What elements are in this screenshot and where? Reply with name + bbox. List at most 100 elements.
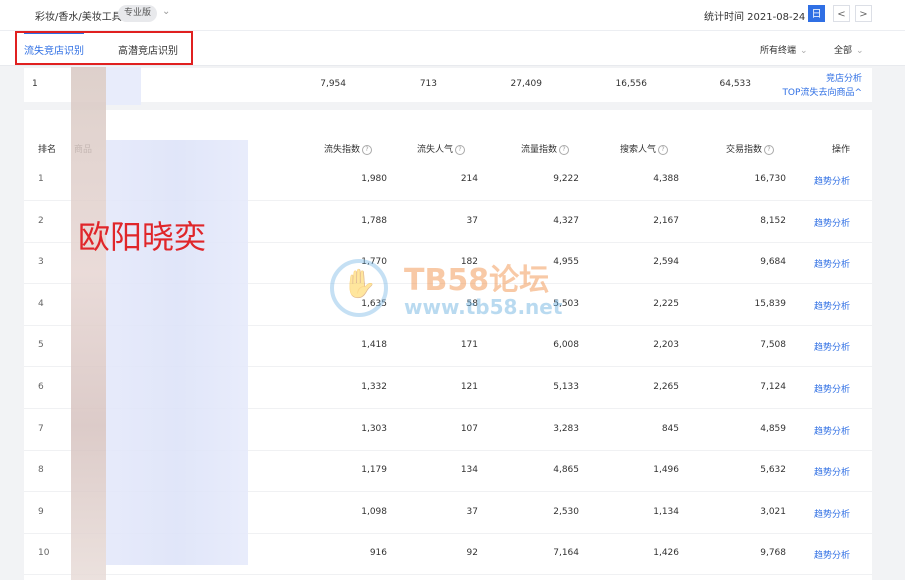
- row-value: 15,839: [754, 298, 787, 309]
- row-value: 2,265: [653, 382, 679, 392]
- question-circle-icon[interactable]: ?: [362, 145, 373, 155]
- category-breadcrumb[interactable]: 彩妆/香水/美妆工具: [35, 8, 122, 23]
- trend-analysis-link[interactable]: 趋势分析: [814, 174, 850, 187]
- row-value: 916: [369, 548, 387, 559]
- trend-analysis-link[interactable]: 趋势分析: [814, 216, 850, 229]
- summary-value: 27,409: [510, 79, 543, 89]
- terminal-filter-label: 所有终端: [760, 46, 797, 56]
- row-value: 37: [466, 506, 478, 517]
- summary-value: 16,556: [615, 79, 648, 89]
- trend-analysis-link[interactable]: 趋势分析: [814, 382, 850, 395]
- row-value: 4,327: [553, 215, 579, 226]
- row-rank: 4: [38, 298, 44, 309]
- chevron-down-icon: ⌄: [800, 46, 808, 56]
- name-watermark: 欧阳晓奕: [78, 218, 207, 256]
- row-value: 1,496: [653, 465, 679, 476]
- prev-date-button[interactable]: <: [833, 5, 850, 22]
- row-value: 1,426: [653, 548, 679, 559]
- row-value: 7,164: [553, 548, 579, 559]
- chevron-down-icon[interactable]: ⌄: [162, 6, 170, 17]
- col-trade-index[interactable]: 交易指数?: [726, 142, 775, 155]
- highlight-box: [15, 31, 193, 65]
- row-value: 1,134: [653, 506, 679, 517]
- row-rank: 5: [38, 340, 44, 351]
- row-value: 134: [460, 465, 478, 476]
- top-lost-products-link[interactable]: TOP流失去向商品^: [782, 85, 862, 98]
- edition-badge: 专业版: [118, 5, 158, 22]
- summary-value: 7,954: [320, 79, 346, 89]
- row-rank: 1: [38, 174, 44, 184]
- row-rank: 6: [38, 382, 44, 392]
- col-lost-popularity-label: 流失人气: [417, 145, 454, 155]
- row-value: 9,222: [553, 174, 579, 184]
- col-trade-index-label: 交易指数: [726, 145, 763, 155]
- row-rank: 9: [38, 506, 44, 517]
- row-value: 5,632: [760, 465, 786, 476]
- trend-analysis-link[interactable]: 趋势分析: [814, 257, 850, 270]
- row-value: 2,530: [553, 506, 579, 517]
- col-lost-index-label: 流失指数: [324, 145, 361, 155]
- row-value: 9,768: [760, 548, 786, 559]
- trend-analysis-link[interactable]: 趋势分析: [814, 465, 850, 478]
- row-value: 2,167: [653, 215, 679, 226]
- blurred-summary-name: [106, 67, 141, 105]
- top-bar: 彩妆/香水/美妆工具 专业版 ⌄ 统计时间 2021-08-24 日 < >: [0, 0, 905, 30]
- row-value: 1,303: [361, 423, 387, 434]
- row-value: 2,594: [653, 257, 679, 268]
- blurred-product-names: [106, 140, 248, 565]
- question-circle-icon[interactable]: ?: [658, 145, 669, 155]
- row-value: 107: [460, 423, 478, 434]
- scope-filter-label: 全部: [834, 46, 853, 56]
- trend-analysis-link[interactable]: 趋势分析: [814, 299, 850, 312]
- day-button[interactable]: 日: [808, 5, 825, 22]
- trend-analysis-link[interactable]: 趋势分析: [814, 548, 850, 561]
- row-value: 1,418: [361, 340, 387, 351]
- trend-analysis-link[interactable]: 趋势分析: [814, 424, 850, 437]
- row-value: 4,865: [553, 465, 579, 476]
- row-rank: 7: [38, 423, 44, 434]
- row-value: 171: [460, 340, 478, 351]
- row-value: 1,332: [361, 382, 387, 392]
- hand-icon: ✋: [342, 267, 377, 300]
- col-search-popularity[interactable]: 搜索人气?: [620, 142, 669, 155]
- row-value: 8,152: [760, 215, 786, 226]
- row-value: 16,730: [754, 174, 787, 184]
- row-value: 7,124: [760, 382, 786, 392]
- row-rank: 2: [38, 215, 44, 226]
- summary-rank: 1: [32, 79, 38, 89]
- row-value: 37: [466, 215, 478, 226]
- row-value: 2,225: [653, 298, 679, 309]
- row-value: 2,203: [653, 340, 679, 351]
- forum-watermark: ✋ TB58论坛 www.tb58.net: [330, 255, 590, 325]
- row-value: 1,980: [361, 174, 387, 184]
- question-circle-icon[interactable]: ?: [455, 145, 466, 155]
- col-search-popularity-label: 搜索人气: [620, 145, 657, 155]
- row-value: 9,684: [760, 257, 786, 268]
- row-value: 845: [661, 423, 679, 434]
- stat-date: 统计时间 2021-08-24: [704, 12, 806, 23]
- forum-name: TB58论坛: [404, 263, 550, 298]
- terminal-filter[interactable]: 所有终端 ⌄: [760, 43, 808, 56]
- forum-url: www.tb58.net: [404, 295, 563, 319]
- next-date-button[interactable]: >: [855, 5, 872, 22]
- col-lost-popularity[interactable]: 流失人气?: [417, 142, 466, 155]
- row-value: 4,859: [760, 423, 786, 434]
- question-circle-icon[interactable]: ?: [559, 145, 570, 155]
- blurred-product-images: [71, 67, 106, 580]
- scope-filter[interactable]: 全部 ⌄: [834, 43, 864, 56]
- competitor-analysis-link[interactable]: 竞店分析: [826, 71, 862, 84]
- col-traffic-index-label: 流量指数: [521, 145, 558, 155]
- trend-analysis-link[interactable]: 趋势分析: [814, 507, 850, 520]
- row-rank: 8: [38, 465, 44, 476]
- row-value: 92: [466, 548, 478, 559]
- row-value: 3,021: [760, 506, 786, 517]
- row-rank: 10: [38, 548, 50, 559]
- question-circle-icon[interactable]: ?: [764, 145, 775, 155]
- col-lost-index[interactable]: 流失指数?: [324, 142, 373, 155]
- col-traffic-index[interactable]: 流量指数?: [521, 142, 570, 155]
- row-value: 214: [460, 174, 478, 184]
- chevron-down-icon: ⌄: [856, 46, 864, 56]
- trend-analysis-link[interactable]: 趋势分析: [814, 340, 850, 353]
- row-value: 5,133: [553, 382, 579, 392]
- row-value: 1,098: [361, 506, 387, 517]
